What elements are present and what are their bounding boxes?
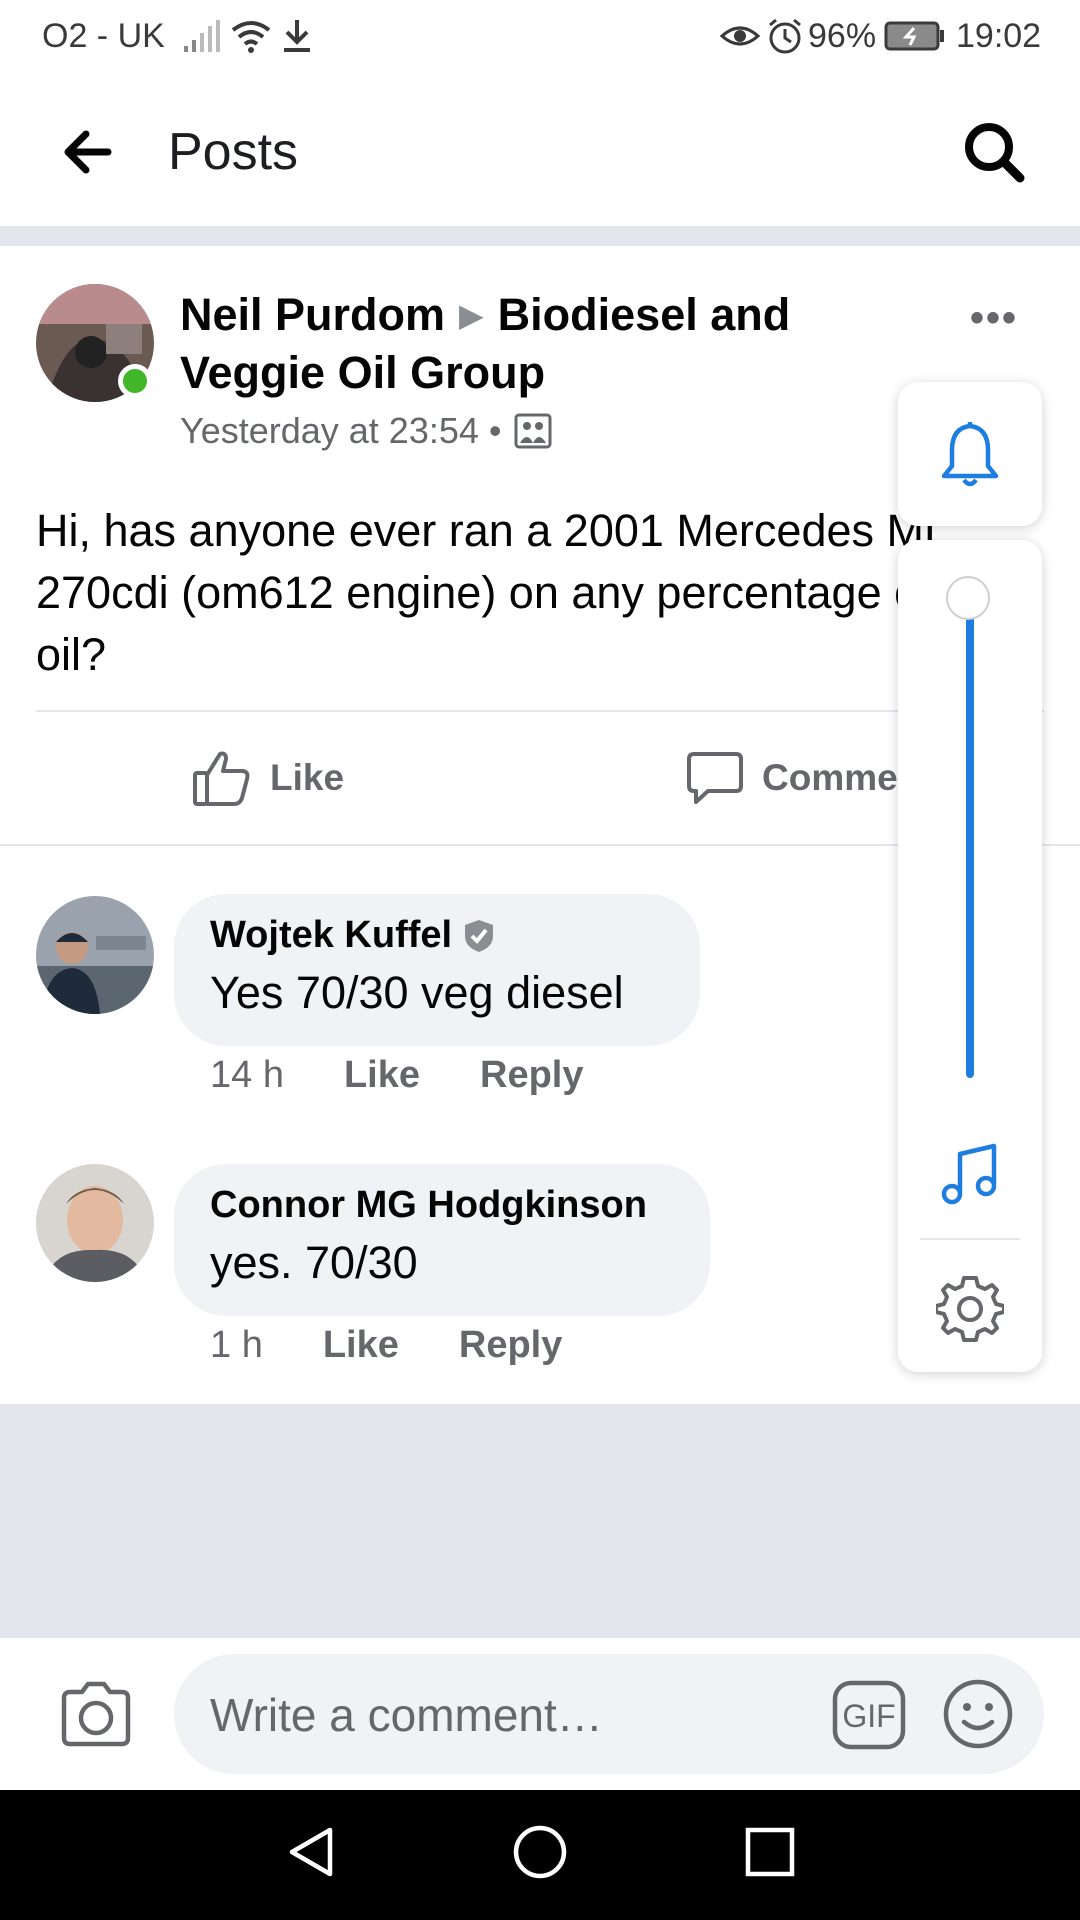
empty-feed-area	[0, 1404, 1080, 1638]
comment-button[interactable]: Comment	[686, 750, 933, 806]
status-bar: O2 - UK 96% 19:02	[0, 0, 1080, 76]
commenter-avatar[interactable]	[36, 1164, 154, 1282]
comment-actions: 14 h Like Reply	[210, 1054, 644, 1097]
comment-bubble-icon	[686, 750, 744, 806]
signal-icon	[182, 14, 222, 58]
nav-home-icon[interactable]	[510, 1822, 570, 1882]
comment-text: yes. 70/30	[210, 1237, 418, 1288]
like-button[interactable]: Like	[192, 750, 344, 806]
header-divider	[0, 226, 1080, 246]
comment-time[interactable]: 14 h	[210, 1054, 284, 1097]
wifi-icon	[230, 14, 272, 58]
share-to-arrow-icon: ▶	[459, 297, 484, 333]
music-note-icon	[938, 1142, 1002, 1211]
post-body: Hi, has anyone ever ran a 2001 Mercedes …	[36, 505, 1017, 680]
emoji-icon[interactable]	[942, 1678, 1014, 1750]
thumbs-up-icon	[192, 749, 252, 807]
post-divider	[36, 710, 1044, 712]
comment-bubble: Wojtek Kuffel Yes 70/30 veg diesel	[174, 894, 700, 1046]
back-arrow-icon[interactable]	[56, 122, 116, 182]
like-label: Like	[270, 757, 345, 798]
post-timestamp[interactable]: Yesterday at 23:54 •	[180, 410, 502, 452]
post-header: Neil Purdom ▶ Biodiesel and Veggie Oil Gro…	[180, 286, 860, 402]
commenter-name[interactable]: Wojtek Kuffel	[210, 914, 452, 957]
online-status-indicator	[118, 364, 152, 398]
eye-comfort-icon	[720, 14, 760, 58]
app-header: Posts	[0, 76, 1080, 226]
camera-icon[interactable]	[58, 1676, 134, 1752]
group-audience-icon	[514, 413, 552, 449]
commenter-avatar[interactable]	[36, 896, 154, 1014]
battery-icon	[884, 14, 946, 58]
ringer-mode-button[interactable]	[898, 382, 1042, 526]
post-meta: Yesterday at 23:54 •	[180, 410, 552, 452]
clock: 19:02	[956, 17, 1042, 55]
download-icon	[280, 14, 314, 58]
gif-icon[interactable]: GIF	[832, 1680, 906, 1750]
nav-back-icon[interactable]	[282, 1822, 342, 1882]
comment-text: Yes 70/30 veg diesel	[210, 967, 624, 1018]
verified-badge-icon	[462, 918, 496, 954]
volume-slider-track[interactable]	[966, 594, 974, 1078]
comment-reply-button[interactable]: Reply	[459, 1324, 562, 1367]
alarm-icon	[766, 14, 804, 58]
battery-percent: 96%	[808, 17, 877, 55]
search-icon[interactable]	[960, 118, 1030, 188]
page-title: Posts	[168, 123, 299, 181]
commenter-name[interactable]: Connor MG Hodgkinson	[210, 1184, 674, 1227]
nav-recents-icon[interactable]	[740, 1822, 800, 1882]
svg-text:GIF: GIF	[842, 1698, 895, 1734]
more-options-icon[interactable]: •••	[970, 296, 1018, 341]
comment-time[interactable]: 1 h	[210, 1324, 263, 1367]
comment-bubble: Connor MG Hodgkinson yes. 70/30	[174, 1164, 710, 1316]
comment-input-placeholder: Write a comment…	[210, 1689, 603, 1741]
volume-panel-divider	[920, 1238, 1020, 1240]
settings-gear-icon[interactable]	[934, 1274, 1006, 1347]
bell-icon	[938, 420, 1002, 495]
comment-like-button[interactable]: Like	[344, 1054, 420, 1097]
post-author-name[interactable]: Neil Purdom	[180, 289, 445, 340]
comment-actions: 1 h Like Reply	[210, 1324, 622, 1367]
comment-like-button[interactable]: Like	[323, 1324, 399, 1367]
system-nav-bar	[0, 1790, 1080, 1920]
comment-reply-button[interactable]: Reply	[480, 1054, 583, 1097]
carrier-label: O2 - UK	[42, 17, 165, 55]
volume-slider-handle[interactable]	[946, 576, 990, 620]
